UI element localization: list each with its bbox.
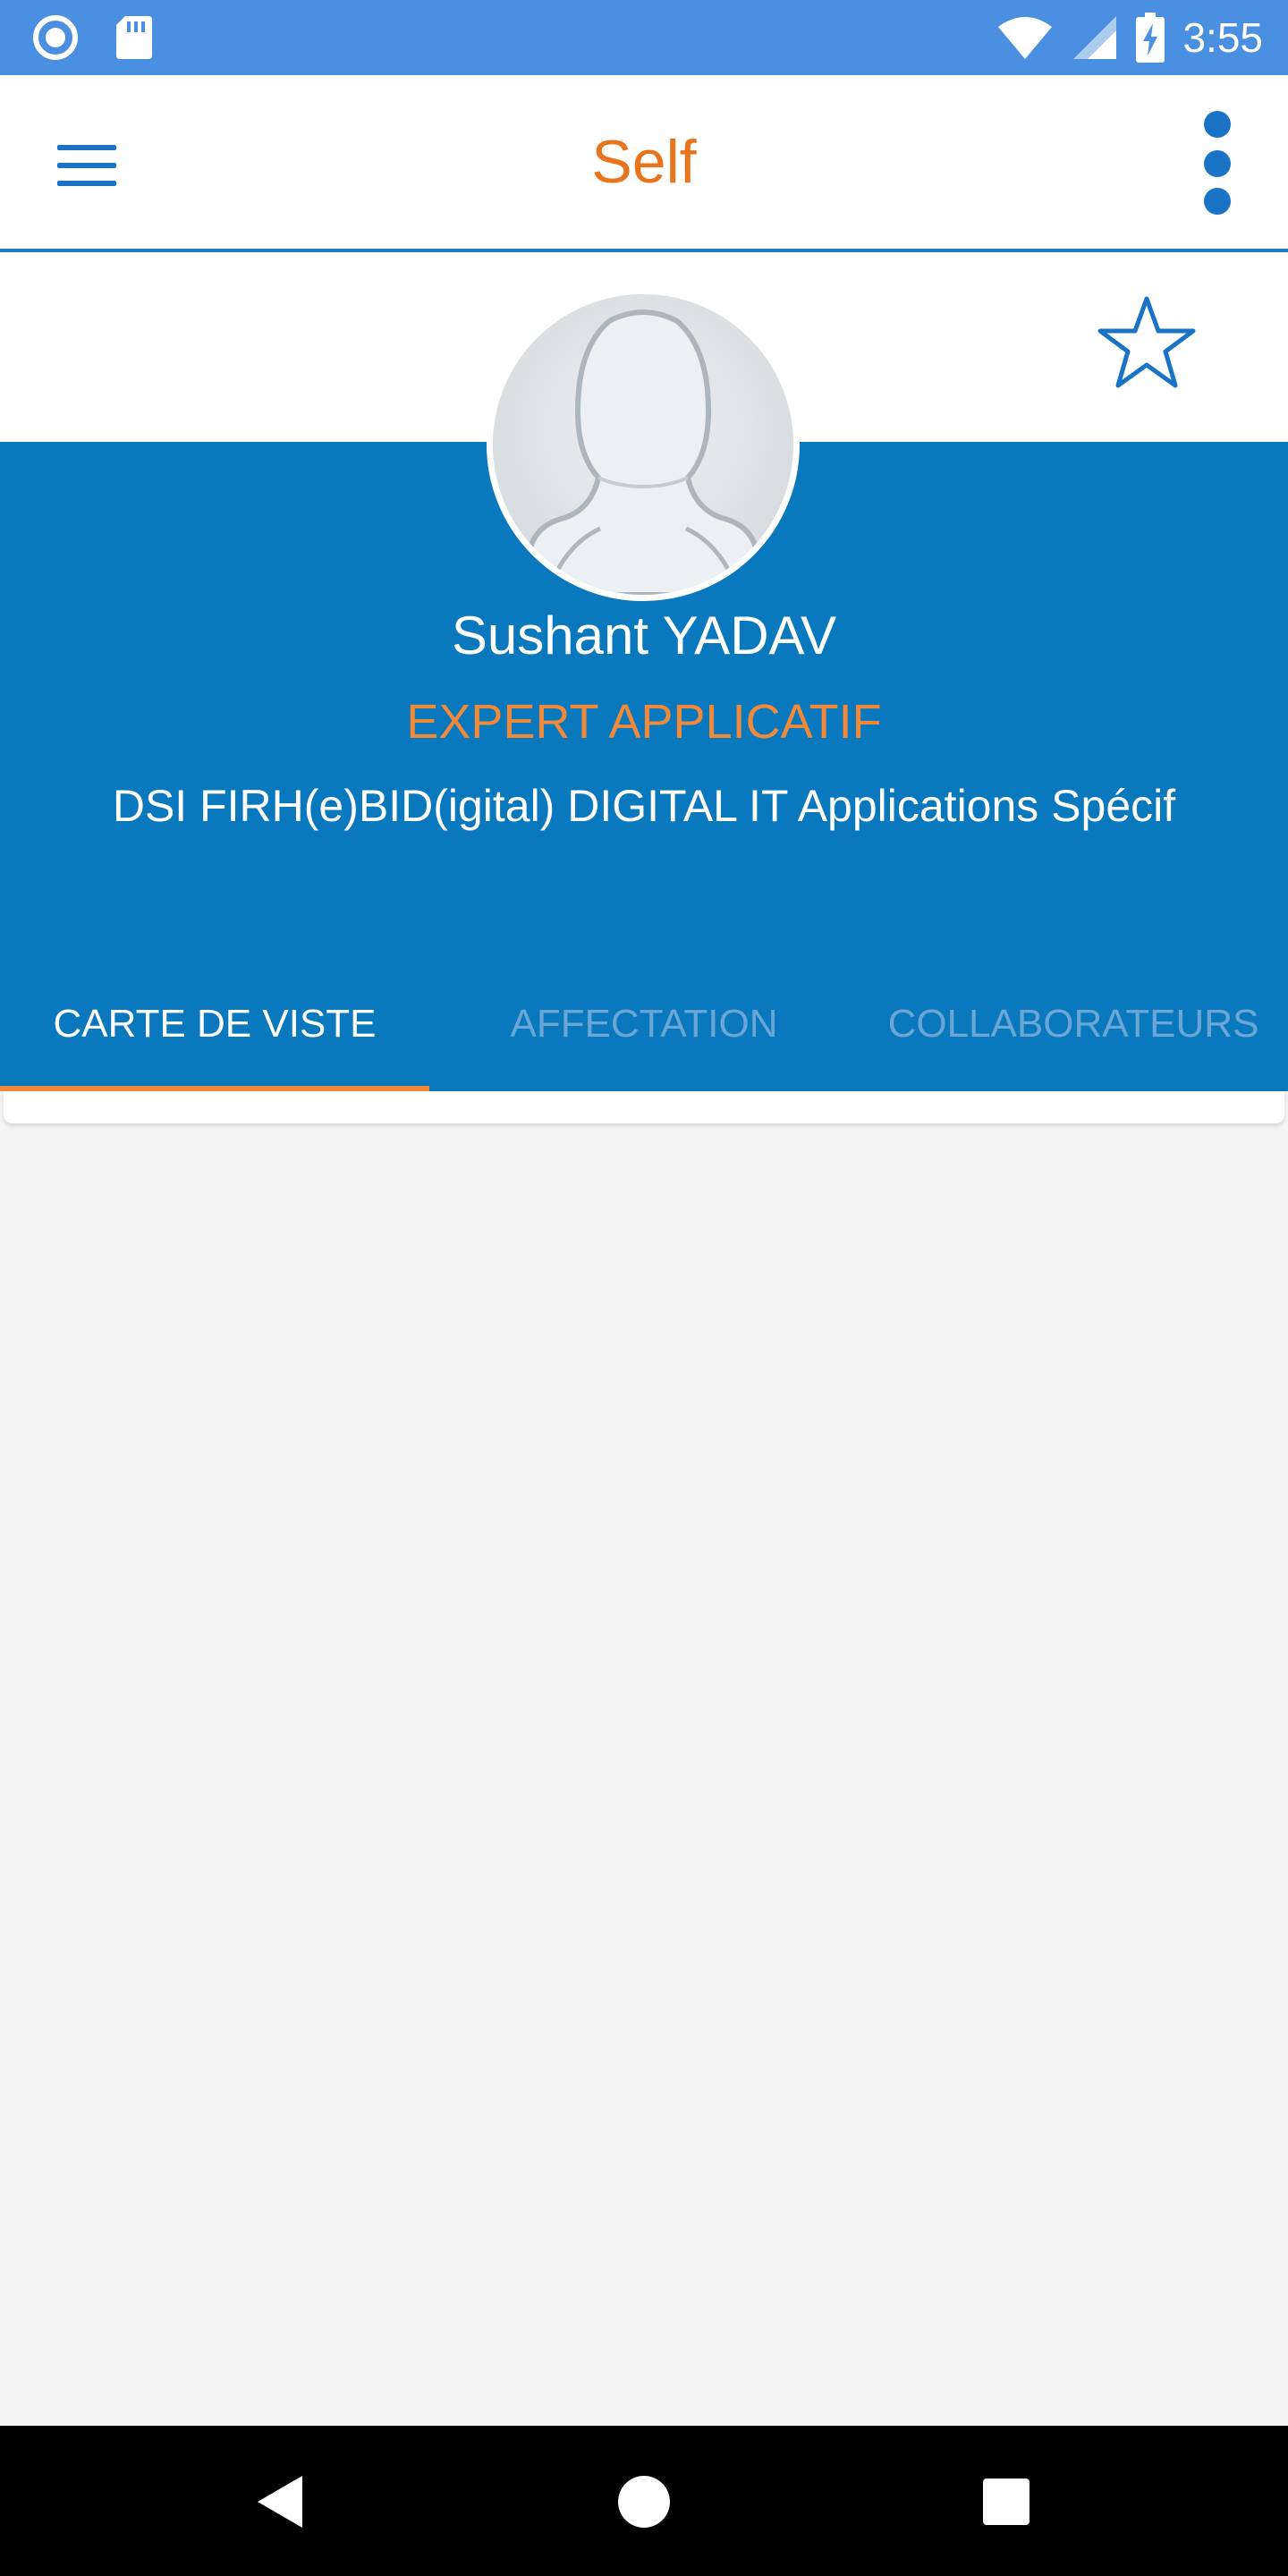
sd-card-icon — [116, 16, 152, 59]
notification-circle-icon — [33, 15, 78, 60]
more-vertical-icon[interactable] — [1190, 111, 1243, 227]
tab-collaborateurs[interactable]: COLLABORATEURS — [859, 957, 1288, 1091]
status-bar: 3:55 — [0, 0, 1288, 75]
home-circle-icon[interactable] — [604, 2462, 684, 2542]
system-navigation-bar — [0, 2426, 1288, 2576]
profile-name: Sushant YADAV — [451, 606, 837, 665]
status-time: 3:55 — [1182, 14, 1263, 61]
tab-affectation[interactable]: AFFECTATION — [429, 957, 859, 1091]
default-avatar-silhouette — [493, 294, 793, 595]
signal-icon — [1073, 16, 1117, 59]
back-triangle-icon[interactable] — [242, 2462, 322, 2542]
tab-bar: CARTE DE VISTE AFFECTATION COLLABORATEUR… — [0, 957, 1288, 1091]
avatar[interactable] — [487, 288, 800, 601]
tab-carte-de-viste[interactable]: CARTE DE VISTE — [0, 957, 429, 1091]
content-card — [4, 1091, 1284, 1123]
profile-department: DSI FIRH(e)BID(igital) DIGITAL IT Applic… — [112, 781, 1176, 831]
recents-square-icon[interactable] — [966, 2462, 1046, 2542]
wifi-icon — [998, 17, 1053, 59]
app-title: Self — [591, 128, 697, 196]
battery-charging-icon — [1136, 13, 1165, 63]
app-bar: Self — [0, 75, 1288, 252]
profile-job-title: EXPERT APPLICATIF — [406, 695, 882, 749]
screen: 3:55 Self Sushant YADAV EXPERT APPLICATI… — [0, 0, 1288, 2576]
star-outline-icon[interactable] — [1095, 293, 1199, 394]
